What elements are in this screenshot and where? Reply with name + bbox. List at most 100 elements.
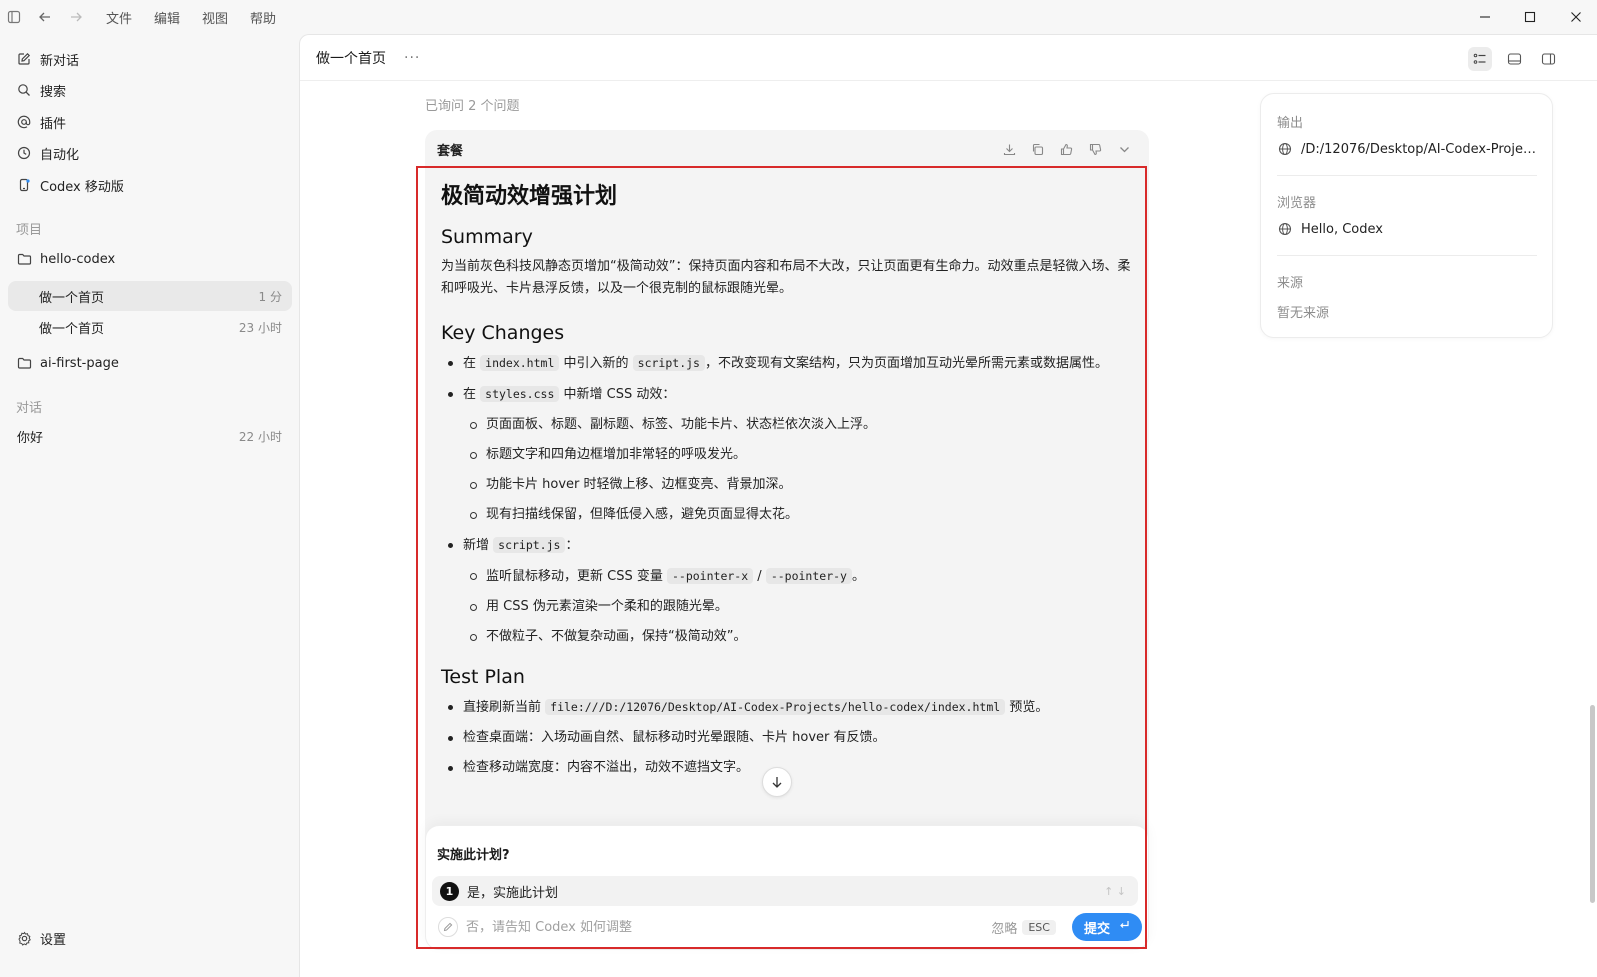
thread-time: 23 小时 (238, 320, 282, 335)
submit-button[interactable]: 提交 (1071, 913, 1142, 941)
chat-time: 22 小时 (238, 429, 282, 444)
output-path-link[interactable]: /D:/12076/Desktop/AI-Codex-Project... (1277, 141, 1537, 157)
sidebar-item-label: 插件 (40, 116, 67, 132)
project-name: hello-codex (40, 251, 116, 267)
scrollbar-thumb[interactable] (1590, 705, 1595, 903)
code-script-js: script.js (493, 537, 566, 553)
list-text: 中新增 CSS 动效： (559, 387, 676, 402)
list-text: 中引入新的 (559, 356, 633, 371)
terminal-panel-icon[interactable] (1502, 47, 1526, 71)
code-file-url: file:///D:/12076/Desktop/AI-Codex-Projec… (545, 699, 1006, 715)
divider (1277, 175, 1537, 176)
edit-icon (16, 51, 32, 67)
sidebar-item-automation[interactable]: 自动化 (16, 142, 79, 164)
at-icon (16, 114, 32, 130)
pencil-icon (438, 917, 458, 937)
project-name: ai-first-page (40, 355, 119, 371)
sidebar-item-label: 自动化 (40, 147, 80, 163)
back-arrow-icon[interactable] (35, 7, 55, 27)
context-side-panel: 输出 /D:/12076/Desktop/AI-Codex-Project...… (1260, 93, 1553, 338)
sidebar-item-label: 新对话 (40, 53, 80, 69)
submit-label: 提交 (1083, 921, 1110, 937)
conversation-header: 做一个首页 ··· (300, 35, 1597, 81)
settings-button[interactable]: 设置 (16, 927, 66, 949)
copy-icon[interactable] (1028, 140, 1046, 158)
sidebar-item-label: Codex 移动版 (40, 179, 124, 195)
browser-label: 浏览器 (1277, 196, 1317, 211)
list-item: 在 styles.css 中新增 CSS 动效： 页面面板、标题、副标题、标签、… (441, 383, 1131, 526)
maximize-icon[interactable] (1520, 7, 1540, 27)
plan-card-title: 套餐 (437, 143, 464, 159)
globe-icon (1277, 141, 1293, 157)
chat-item[interactable]: 你好 22 小时 (8, 421, 292, 451)
list-view-icon[interactable] (1468, 47, 1492, 71)
menu-file[interactable]: 文件 (106, 8, 132, 27)
menu-view[interactable]: 视图 (202, 8, 228, 27)
globe-icon (1277, 221, 1293, 237)
sidebar-toggle-icon[interactable] (4, 7, 24, 27)
scroll-down-button[interactable] (762, 767, 792, 797)
up-down-arrows-icon: ↑ ↓ (1104, 884, 1126, 898)
minimize-icon[interactable] (1475, 7, 1495, 27)
output-path: /D:/12076/Desktop/AI-Codex-Project... (1301, 141, 1537, 157)
project-ai-first-page[interactable]: ai-first-page (16, 352, 119, 374)
list-item: 在 index.html 中引入新的 script.js ，不改变现有文案结构，只… (441, 352, 1131, 375)
sub-list-item: 页面面板、标题、副标题、标签、功能卡片、状态栏依次淡入上浮。 (463, 414, 1131, 436)
sidebar-item-new-chat[interactable]: 新对话 (16, 48, 79, 70)
sub-list-item: 用 CSS 伪元素渲染一个柔和的跟随光晕。 (463, 596, 1131, 618)
sidebar-item-plugins[interactable]: 插件 (16, 111, 66, 133)
code-index-html: index.html (480, 355, 560, 371)
forward-arrow-icon[interactable] (66, 7, 86, 27)
gear-icon (16, 930, 32, 946)
implement-plan-prompt: 实施此计划? 1 是，实施此计划 ↑ ↓ 忽略 ESC 提交 (425, 825, 1149, 950)
menu-help[interactable]: 帮助 (250, 8, 276, 27)
code-pointer-x: --pointer-x (666, 568, 754, 584)
list-text: 在 (463, 356, 481, 371)
project-hello-codex[interactable]: hello-codex (16, 248, 115, 270)
option-label: 是，实施此计划 (467, 885, 559, 901)
sub-list: 页面面板、标题、副标题、标签、功能卡片、状态栏依次淡入上浮。 标题文字和四角边框… (463, 414, 1131, 526)
sidebar-item-codex-mobile[interactable]: Codex 移动版 (16, 174, 124, 196)
thumbs-up-icon[interactable] (1057, 140, 1075, 158)
thread-item-selected[interactable]: 做一个首页 1 分 (8, 281, 292, 311)
list-text: 。 (851, 569, 865, 584)
ignore-button[interactable]: 忽略 ESC (991, 918, 1056, 937)
plan-card: 套餐 极简动效增强计划 Summary 为当前灰色科技风静态页增加“极简动效”：… (425, 130, 1149, 860)
title-bar: 文件 编辑 视图 帮助 (0, 0, 1597, 34)
code-pointer-y: --pointer-y (765, 568, 852, 584)
list-text: 直接刷新当前 (463, 700, 546, 715)
sidebar: 新对话 搜索 插件 自动化 Codex 移动版 项目 hello-codex 做… (0, 34, 300, 977)
list-text: / (753, 569, 766, 584)
menu-bar: 文件 编辑 视图 帮助 (106, 8, 298, 27)
more-options-icon[interactable]: ··· (404, 50, 420, 66)
thumbs-down-icon[interactable] (1086, 140, 1104, 158)
sidebar-item-search[interactable]: 搜索 (16, 79, 66, 101)
sub-list-item: 功能卡片 hover 时轻微上移、边框变亮、背景加深。 (463, 474, 1131, 496)
chevron-down-icon[interactable] (1115, 140, 1133, 158)
list-text: 监听鼠标移动，更新 CSS 变量 (486, 569, 667, 584)
summary-text: 为当前灰色科技风静态页增加“极简动效”：保持页面内容和布局不大改，只让页面更有生… (441, 259, 1131, 296)
thread-item[interactable]: 做一个首页 23 小时 (8, 312, 292, 342)
side-panel-icon[interactable] (1536, 47, 1560, 71)
test-plan-list: 直接刷新当前 file:///D:/12076/Desktop/AI-Codex… (441, 696, 1131, 779)
divider (1277, 255, 1537, 256)
thread-title: 做一个首页 (39, 321, 105, 337)
sub-list-item: 监听鼠标移动，更新 CSS 变量 --pointer-x / --pointer… (463, 565, 1131, 588)
plan-body: 极简动效增强计划 Summary 为当前灰色科技风静态页增加“极简动效”：保持页… (441, 178, 1131, 797)
esc-key-badge: ESC (1022, 919, 1056, 935)
adjust-feedback-input[interactable] (466, 919, 946, 935)
sub-list-item: 不做粒子、不做复杂动画，保持“极简动效”。 (463, 626, 1131, 648)
option-implement-plan[interactable]: 1 是，实施此计划 ↑ ↓ (432, 876, 1138, 906)
source-value: 暂无来源 (1277, 306, 1330, 321)
plan-title: 极简动效增强计划 (441, 184, 618, 209)
close-icon[interactable] (1566, 7, 1586, 27)
browser-link[interactable]: Hello, Codex (1277, 221, 1537, 237)
list-text: ，不改变现有文案结构，只为页面增加互动光晕所需元素或数据属性。 (704, 356, 1108, 371)
list-item: 检查桌面端：入场动画自然、鼠标移动时光晕跟随、卡片 hover 有反馈。 (441, 727, 1131, 749)
search-icon (16, 82, 32, 98)
projects-section-label: 项目 (16, 223, 43, 238)
download-icon[interactable] (1000, 140, 1018, 158)
arrow-down-icon (772, 777, 782, 788)
menu-edit[interactable]: 编辑 (154, 8, 180, 27)
mobile-icon (16, 177, 32, 193)
